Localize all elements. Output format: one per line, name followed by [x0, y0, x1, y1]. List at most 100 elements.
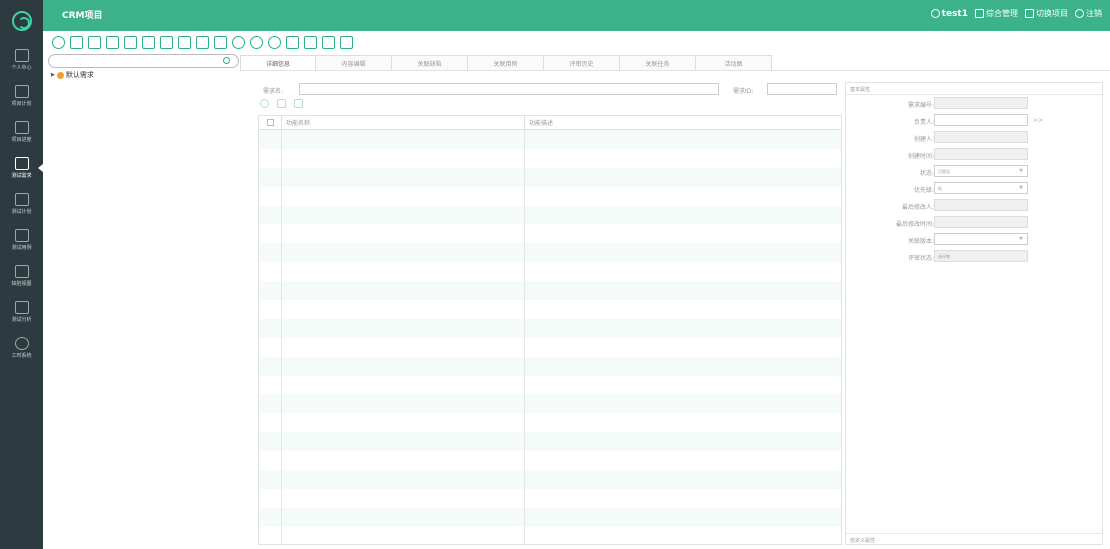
row-checkbox-cell[interactable] — [259, 507, 282, 527]
select-all-checkbox[interactable] — [259, 116, 282, 129]
table-row[interactable] — [259, 130, 841, 149]
import-icon[interactable] — [160, 36, 173, 49]
prop-value-owner[interactable] — [934, 114, 1028, 126]
chevron-down-icon[interactable]: ▼ — [1019, 168, 1023, 174]
function-desc-cell[interactable] — [525, 243, 841, 262]
admin-link[interactable]: 综合管理 — [975, 8, 1018, 19]
function-desc-cell[interactable] — [525, 527, 841, 544]
row-checkbox-cell[interactable] — [259, 224, 282, 244]
function-name-cell[interactable] — [282, 130, 525, 149]
link-icon[interactable] — [250, 36, 263, 49]
tab-linked-tasks[interactable]: 关联任务 — [620, 55, 696, 71]
function-desc-cell[interactable] — [525, 338, 841, 357]
chevron-down-icon[interactable]: ▼ — [1019, 185, 1023, 191]
requirement-id-input[interactable] — [767, 83, 837, 95]
function-desc-cell[interactable] — [525, 168, 841, 187]
function-desc-cell[interactable] — [525, 394, 841, 413]
function-name-cell[interactable] — [282, 394, 525, 414]
row-checkbox-cell[interactable] — [259, 318, 282, 338]
table-row[interactable] — [259, 167, 841, 187]
table-row[interactable] — [259, 488, 841, 508]
function-desc-cell[interactable] — [525, 376, 841, 395]
table-row[interactable] — [259, 243, 841, 263]
table-row[interactable] — [259, 394, 841, 414]
function-desc-cell[interactable] — [525, 451, 841, 470]
function-desc-cell[interactable] — [525, 149, 841, 168]
sidebar-item-project-plan[interactable]: 项目计划 — [0, 78, 43, 114]
search-icon[interactable] — [223, 57, 230, 64]
row-checkbox-cell[interactable] — [259, 130, 282, 149]
tab-linked-defects[interactable]: 关联缺陷 — [392, 55, 468, 71]
function-desc-cell[interactable] — [525, 508, 841, 527]
tab-linked-cases[interactable]: 关联用例 — [468, 55, 544, 71]
sidebar-item-personal[interactable]: 个人中心 — [0, 42, 43, 78]
function-desc-cell[interactable] — [525, 470, 841, 489]
function-name-cell[interactable] — [282, 167, 525, 187]
export-icon[interactable] — [178, 36, 191, 49]
add-icon[interactable] — [260, 99, 269, 108]
row-checkbox-cell[interactable] — [259, 262, 282, 282]
row-checkbox-cell[interactable] — [259, 413, 282, 433]
table-row[interactable] — [259, 507, 841, 527]
delete-icon[interactable] — [294, 99, 303, 108]
tab-review-history[interactable]: 评审历史 — [544, 55, 620, 71]
row-checkbox-cell[interactable] — [259, 375, 282, 395]
row-checkbox-cell[interactable] — [259, 394, 282, 414]
switch-project-link[interactable]: 切换项目 — [1025, 8, 1068, 19]
function-desc-cell[interactable] — [525, 187, 841, 206]
row-checkbox-cell[interactable] — [259, 281, 282, 301]
function-name-cell[interactable] — [282, 470, 525, 489]
user-menu[interactable]: test1 — [930, 9, 968, 19]
prop-value-priority[interactable]: 低 ▼ — [934, 182, 1028, 194]
list-view-icon[interactable] — [340, 36, 353, 49]
logo[interactable] — [0, 0, 43, 42]
function-name-cell[interactable] — [282, 148, 525, 168]
table-row[interactable] — [259, 186, 841, 206]
table-row[interactable] — [259, 413, 841, 433]
prop-value-status[interactable]: 已提议 ▼ — [934, 165, 1028, 177]
move-icon[interactable] — [106, 36, 119, 49]
row-checkbox-cell[interactable] — [259, 167, 282, 187]
row-checkbox-cell[interactable] — [259, 451, 282, 471]
function-desc-cell[interactable] — [525, 357, 841, 376]
hierarchy-icon[interactable] — [286, 36, 299, 49]
tab-activity-diagram[interactable]: 活动图 — [696, 55, 772, 71]
tree-add-icon[interactable] — [88, 36, 101, 49]
sidebar-item-test-requirement[interactable]: 测试需求 — [0, 150, 43, 186]
tab-details[interactable]: 详细信息 — [240, 55, 316, 71]
refresh-icon[interactable] — [52, 36, 65, 49]
expand-arrow-icon[interactable]: ▶ — [51, 72, 55, 78]
row-checkbox-cell[interactable] — [259, 356, 282, 376]
save-icon[interactable] — [142, 36, 155, 49]
function-name-cell[interactable] — [282, 451, 525, 471]
function-name-cell[interactable] — [282, 243, 525, 263]
row-checkbox-cell[interactable] — [259, 432, 282, 452]
function-desc-cell[interactable] — [525, 224, 841, 243]
table-row[interactable] — [259, 337, 841, 357]
table-row[interactable] — [259, 432, 841, 452]
table-row[interactable] — [259, 224, 841, 244]
function-name-cell[interactable] — [282, 300, 525, 319]
tab-content-edit[interactable]: 内容编辑 — [316, 55, 392, 71]
save-icon[interactable] — [277, 99, 286, 108]
chevron-down-icon[interactable]: ▼ — [1019, 236, 1023, 242]
tree-root[interactable]: ▶ 默认需求 — [51, 70, 94, 80]
column-header-function-desc[interactable]: 功能描述 — [525, 116, 841, 129]
function-name-cell[interactable] — [282, 318, 525, 338]
row-checkbox-cell[interactable] — [259, 148, 282, 168]
review-icon[interactable] — [196, 36, 209, 49]
sidebar-item-defect-view[interactable]: 缺陷视图 — [0, 258, 43, 294]
sync-icon[interactable] — [232, 36, 245, 49]
row-checkbox-cell[interactable] — [259, 300, 282, 319]
row-checkbox-cell[interactable] — [259, 526, 282, 544]
function-desc-cell[interactable] — [525, 206, 841, 225]
table-row[interactable] — [259, 375, 841, 395]
requirement-name-input[interactable] — [299, 83, 719, 95]
copy-icon[interactable] — [70, 36, 83, 49]
table-row[interactable] — [259, 451, 841, 471]
row-checkbox-cell[interactable] — [259, 470, 282, 489]
function-desc-cell[interactable] — [525, 130, 841, 149]
table-row[interactable] — [259, 205, 841, 225]
table-row[interactable] — [259, 300, 841, 319]
function-name-cell[interactable] — [282, 526, 525, 544]
